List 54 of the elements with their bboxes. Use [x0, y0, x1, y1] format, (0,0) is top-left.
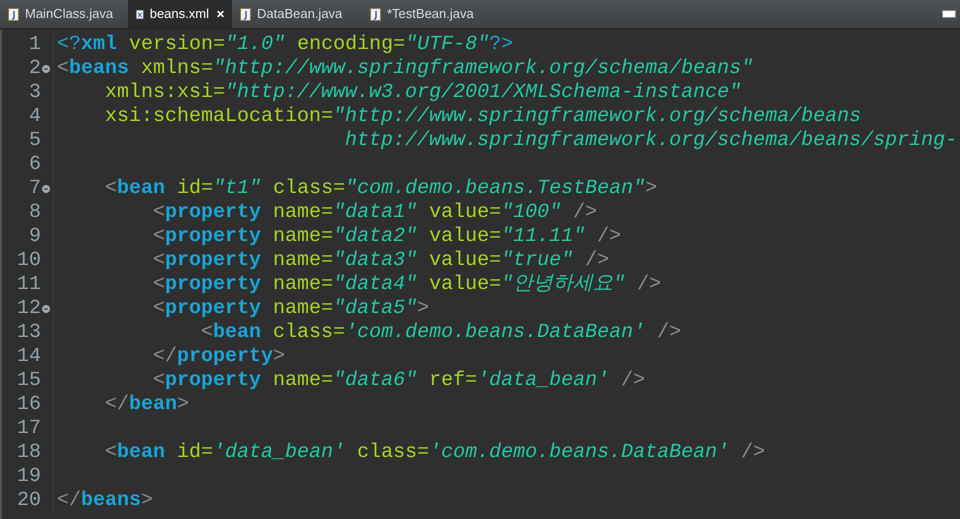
code-line: </property> [152, 345, 286, 368]
line-number: 13 [16, 320, 41, 346]
line-number: 7 [28, 176, 41, 202]
editor-tab[interactable]: DataBean.java [232, 0, 362, 28]
line-number: 4 [28, 104, 41, 130]
fold-toggle-icon[interactable] [42, 65, 50, 73]
line-number: 3 [28, 80, 41, 106]
line-number: 11 [16, 272, 41, 298]
code-line: <bean id="t1" class="com.demo.beans.TestBean"> [104, 177, 658, 200]
line-number: 9 [28, 224, 41, 250]
java-file-icon [240, 8, 251, 20]
close-icon[interactable] [216, 9, 224, 19]
line-number: 15 [16, 368, 41, 394]
line-number: 2 [28, 56, 41, 82]
fold-toggle-icon[interactable] [42, 305, 50, 313]
code-line: http://www.springframework.org/schema/beans/spring- [344, 129, 958, 152]
tab-label: beans.xml [150, 5, 209, 24]
code-line: <property name="data6" ref='data_bean' /> [152, 369, 646, 392]
code-line: </beans> [57, 489, 154, 512]
code-line: <property name="data3" value="true" /> [152, 249, 610, 272]
line-number: 20 [16, 488, 41, 514]
java-file-icon [8, 8, 19, 20]
code-line: <beans xmlns="http://www.springframework.org/schema/beans" [57, 57, 754, 80]
code-line: xmlns:xsi="http://www.w3.org/2001/XMLSchema-instance" [104, 81, 742, 104]
line-number: 5 [28, 128, 41, 154]
tab-label: DataBean.java [257, 5, 342, 24]
code-line: <property name="data1" value="100" /> [152, 201, 598, 224]
code-line: <property name="data2" value="11.11" /> [152, 225, 622, 248]
code-line: <property name="data5"> [152, 297, 430, 320]
line-number: 18 [16, 440, 41, 466]
line-number: 1 [28, 32, 41, 58]
xml-file-icon [136, 8, 144, 20]
tab-label: *TestBean.java [387, 5, 474, 24]
line-number: 8 [28, 200, 41, 226]
code-line: xsi:schemaLocation="http://www.springframework.org/schema/beans [104, 105, 862, 128]
minimize-button[interactable] [942, 10, 956, 18]
line-number: 17 [16, 416, 41, 442]
java-file-icon [370, 8, 381, 20]
line-number: 19 [16, 464, 41, 490]
code-line: <bean id='data_bean' class='com.demo.beans.DataBean' /> [104, 441, 766, 464]
line-number: 14 [16, 344, 41, 370]
line-number: 16 [16, 392, 41, 418]
code-line: <?xml version="1.0" encoding="UTF-8"?> [57, 33, 514, 56]
line-number: 6 [28, 152, 41, 178]
code-line: <property name="data4" value="안녕하세요" /> [152, 273, 662, 296]
code-line: </bean> [104, 393, 190, 416]
fold-toggle-icon[interactable] [42, 185, 50, 193]
code-line: <bean class='com.demo.beans.DataBean' /> [200, 321, 682, 344]
line-number: 12 [16, 296, 41, 322]
tab-label: MainClass.java [25, 5, 114, 24]
editor-tab[interactable]: *TestBean.java [362, 0, 492, 28]
editor-tab[interactable]: MainClass.java [0, 0, 128, 28]
line-number: 10 [16, 248, 41, 274]
editor-tab[interactable]: beans.xml [128, 0, 232, 28]
